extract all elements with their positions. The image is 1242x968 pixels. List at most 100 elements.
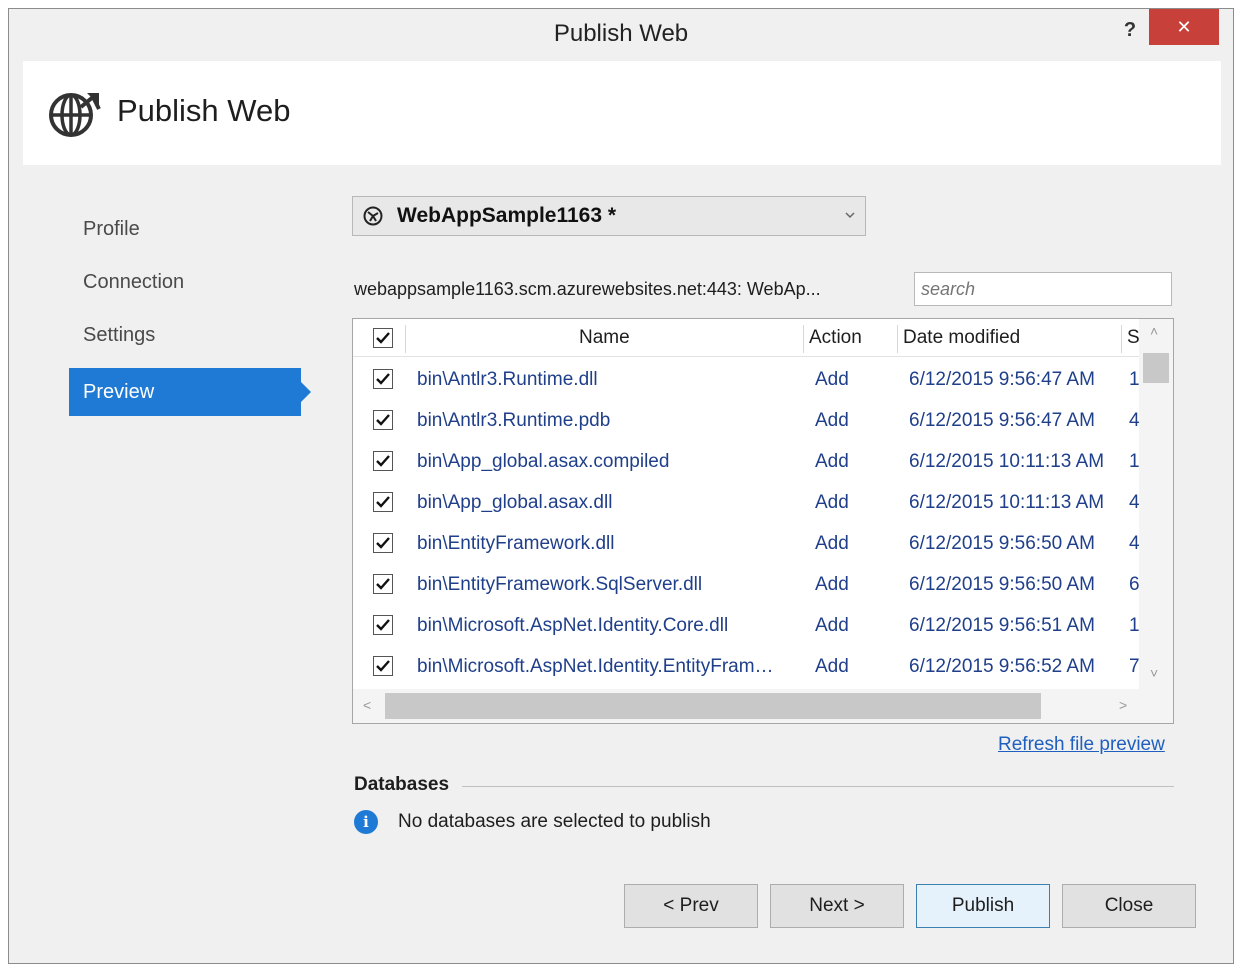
file-action: Add	[815, 410, 849, 431]
title-bar: Publish Web ? ✕	[9, 9, 1233, 59]
table-row[interactable]: bin\Antlr3.Runtime.dll Add 6/12/2015 9:5…	[353, 359, 1139, 400]
column-separator	[405, 325, 406, 353]
table-row[interactable]: bin\App_global.asax.compiled Add 6/12/20…	[353, 441, 1139, 482]
window-title: Publish Web	[553, 20, 689, 47]
databases-message: No databases are selected to publish	[398, 811, 711, 832]
row-checkbox[interactable]	[373, 533, 393, 553]
file-date: 6/12/2015 9:56:47 AM	[909, 369, 1095, 390]
row-checkbox[interactable]	[373, 451, 393, 471]
destination-server-label: webappsample1163.scm.azurewebsites.net:4…	[354, 279, 821, 299]
file-size: 1	[1129, 369, 1139, 390]
vertical-scrollbar[interactable]: ˄ ˅	[1139, 319, 1173, 689]
file-size: 4	[1129, 492, 1139, 513]
file-action: Add	[815, 615, 849, 636]
file-name: bin\EntityFramework.SqlServer.dll	[417, 574, 703, 595]
select-all-checkbox[interactable]	[373, 328, 393, 348]
file-date: 6/12/2015 9:56:47 AM	[909, 410, 1095, 431]
check-icon	[376, 496, 390, 508]
section-divider	[462, 786, 1174, 787]
file-size: 1	[1129, 451, 1139, 472]
column-separator	[803, 325, 804, 353]
check-icon	[376, 455, 390, 467]
row-checkbox[interactable]	[373, 492, 393, 512]
table-row[interactable]: bin\Microsoft.AspNet.Identity.Core.dll A…	[353, 605, 1139, 646]
check-icon	[376, 578, 390, 590]
scroll-up-icon[interactable]: ˄	[1150, 323, 1158, 339]
table-row[interactable]: bin\App_global.asax.dll Add 6/12/2015 10…	[353, 482, 1139, 523]
refresh-file-preview-link[interactable]: Refresh file preview	[998, 734, 1165, 756]
step-connection[interactable]: Connection	[69, 262, 301, 315]
close-button[interactable]: Close	[1062, 884, 1196, 928]
wizard-steps-nav: Profile Connection Settings Preview	[69, 209, 311, 416]
check-icon	[376, 414, 390, 426]
search-input[interactable]	[914, 272, 1172, 306]
scroll-left-icon[interactable]: <	[363, 697, 371, 713]
file-date: 6/12/2015 10:11:13 AM	[909, 492, 1105, 513]
publish-button[interactable]: Publish	[916, 884, 1050, 928]
file-size: 4	[1129, 533, 1139, 554]
scroll-down-icon[interactable]: ˅	[1150, 665, 1158, 681]
file-name: bin\Microsoft.AspNet.Identity.EntityFram…	[417, 656, 774, 677]
file-date: 6/12/2015 9:56:50 AM	[909, 533, 1095, 554]
row-checkbox[interactable]	[373, 615, 393, 635]
header-title: Publish Web	[117, 93, 291, 128]
chevron-down-icon	[845, 212, 855, 219]
databases-section-label: Databases	[354, 774, 450, 795]
next-button[interactable]: Next >	[770, 884, 904, 928]
step-preview[interactable]: Preview	[69, 368, 311, 416]
horizontal-scrollbar[interactable]: < >	[353, 689, 1173, 723]
step-profile[interactable]: Profile	[69, 209, 301, 262]
file-size: 6	[1129, 574, 1139, 595]
table-row[interactable]: bin\EntityFramework.dll Add 6/12/2015 9:…	[353, 523, 1139, 564]
file-date: 6/12/2015 9:56:52 AM	[909, 656, 1095, 677]
file-name: bin\EntityFramework.dll	[417, 533, 615, 554]
file-size: 7	[1129, 656, 1139, 677]
table-row[interactable]: bin\Microsoft.AspNet.Identity.EntityFram…	[353, 646, 1139, 687]
file-name: bin\Antlr3.Runtime.pdb	[417, 410, 611, 431]
table-row[interactable]: bin\Antlr3.Runtime.pdb Add 6/12/2015 9:5…	[353, 400, 1139, 441]
row-checkbox[interactable]	[373, 574, 393, 594]
scroll-right-icon[interactable]: >	[1119, 697, 1127, 713]
row-checkbox[interactable]	[373, 369, 393, 389]
prev-button[interactable]: < Prev	[624, 884, 758, 928]
check-icon	[376, 373, 390, 385]
file-action: Add	[815, 533, 849, 554]
column-header-date-modified[interactable]: Date modified	[903, 319, 1020, 357]
file-preview-grid: Name Action Date modified S bin\Antlr3.R…	[352, 318, 1174, 724]
column-header-action[interactable]: Action	[809, 319, 862, 357]
file-size: 1	[1129, 615, 1139, 636]
check-icon	[376, 332, 390, 344]
column-separator	[897, 325, 898, 353]
column-header-name[interactable]: Name	[579, 319, 630, 357]
profile-dropdown[interactable]: WebAppSample1163 *	[352, 196, 866, 236]
file-name: bin\App_global.asax.dll	[417, 492, 613, 513]
horizontal-scroll-thumb[interactable]	[385, 693, 1041, 719]
profile-name: WebAppSample1163 *	[397, 204, 617, 227]
file-action: Add	[815, 369, 849, 390]
row-checkbox[interactable]	[373, 410, 393, 430]
file-action: Add	[815, 492, 849, 513]
row-checkbox[interactable]	[373, 656, 393, 676]
file-name: bin\App_global.asax.compiled	[417, 451, 670, 472]
dialog-header: Publish Web	[23, 61, 1221, 165]
file-date: 6/12/2015 9:56:50 AM	[909, 574, 1095, 595]
file-date: 6/12/2015 9:56:51 AM	[909, 615, 1095, 636]
close-window-button[interactable]: ✕	[1149, 9, 1219, 45]
help-button[interactable]: ?	[1117, 15, 1143, 45]
step-settings[interactable]: Settings	[69, 315, 301, 368]
column-separator	[1121, 325, 1122, 353]
check-icon	[376, 660, 390, 672]
vertical-scroll-thumb[interactable]	[1143, 353, 1169, 383]
file-action: Add	[815, 574, 849, 595]
check-icon	[376, 537, 390, 549]
file-size: 4	[1129, 410, 1139, 431]
file-action: Add	[815, 656, 849, 677]
file-name: bin\Microsoft.AspNet.Identity.Core.dll	[417, 615, 729, 636]
grid-header: Name Action Date modified S	[353, 319, 1140, 357]
azure-site-icon	[363, 206, 383, 226]
info-icon: i	[354, 810, 378, 834]
file-date: 6/12/2015 10:11:13 AM	[909, 451, 1105, 472]
file-name: bin\Antlr3.Runtime.dll	[417, 369, 598, 390]
table-row[interactable]: bin\EntityFramework.SqlServer.dll Add 6/…	[353, 564, 1139, 605]
column-header-size[interactable]: S	[1127, 319, 1140, 357]
